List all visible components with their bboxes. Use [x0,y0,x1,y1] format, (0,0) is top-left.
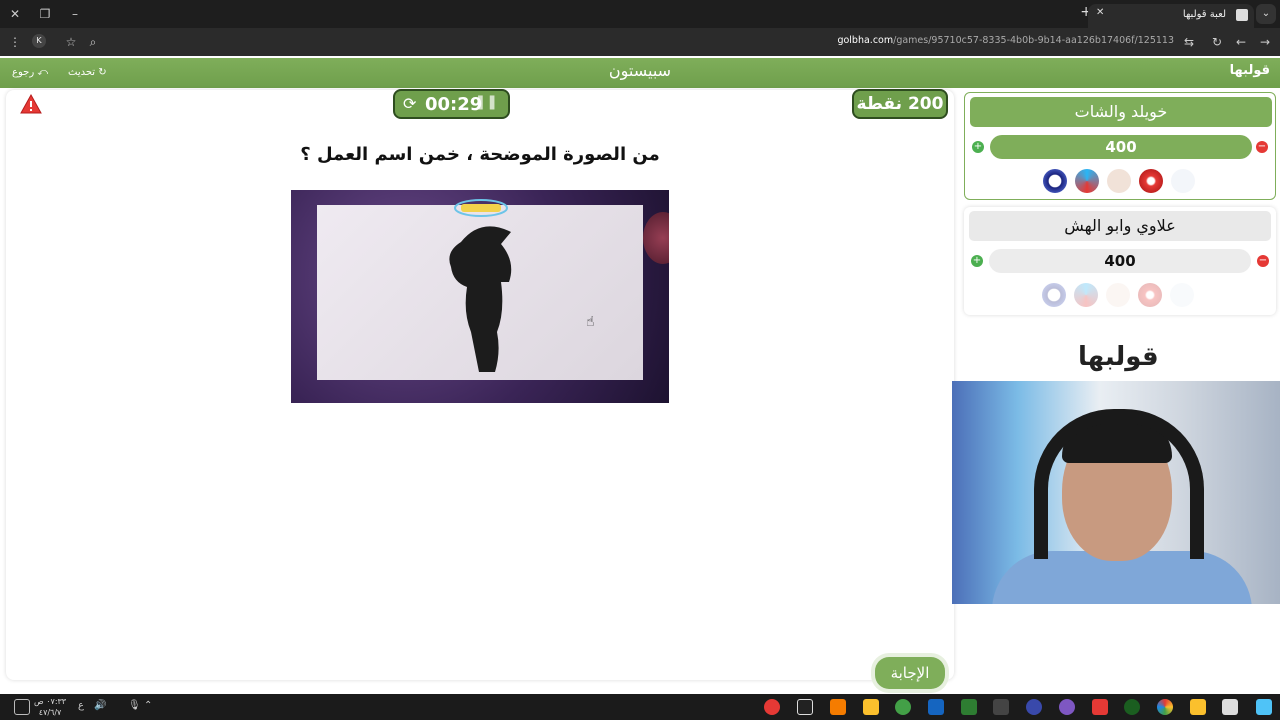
browser-tabbar: ✕ ❐ – + لعبة قولبها ✕ ⌄ [0,0,1280,28]
team-card-2: علاوي وابو الهش + 400 − [964,207,1276,315]
answer-button[interactable]: الإجابة [875,657,945,689]
file-explorer-icon[interactable] [1190,699,1206,715]
stopwatch-helper-icon[interactable] [1043,169,1067,193]
obs-app-icon[interactable] [993,699,1009,715]
timer-pause-icon[interactable]: ❚❚ [475,94,498,110]
minimize-window-icon[interactable]: – [66,5,84,23]
dice-helper-icon[interactable] [1170,283,1194,307]
menu-dots-icon[interactable]: ⋮ [6,33,24,51]
hand-helper-icon[interactable] [1107,169,1131,193]
question-text: من الصورة الموضحة ، خمن اسم العمل ؟ [300,144,660,165]
url-host: golbha.com [837,35,894,46]
hand-helper-icon[interactable] [1106,283,1130,307]
volume-icon[interactable]: 🔊 [94,700,106,711]
clock-date: ٤٧/٦/٧ [38,708,62,717]
tab-title: لعبة قولبها [1182,9,1226,20]
back-arrow-icon[interactable]: ← [1232,33,1250,51]
steam-app-icon[interactable] [928,699,944,715]
helper-tools [1042,283,1202,309]
tab-search-chevron-icon[interactable]: ⌄ [1256,4,1276,24]
input-language[interactable]: ع [78,700,84,711]
url-field[interactable]: golbha.com/games/95710c57-8335-4b0b-9b14… [837,35,1174,46]
clock-time: ٠٧:٣٣ ص [34,697,67,706]
xbox-app-icon[interactable] [895,699,911,715]
swap-helper-icon[interactable] [1074,283,1098,307]
discord-app-icon[interactable] [1059,699,1075,715]
question-points-badge: 200 نقطة [852,89,948,119]
planet-decoration [643,212,669,264]
chrome-app-icon[interactable] [1157,699,1173,715]
swap-helper-icon[interactable] [1075,169,1099,193]
helper-tools [1043,169,1203,195]
question-image [291,190,669,403]
tab-close-icon[interactable]: ✕ [1096,7,1104,18]
brand-logo: قولبها [1078,342,1159,372]
url-path: /games/95710c57-8335-4b0b-9b14-aa126b174… [893,35,1174,46]
notifications-icon[interactable] [14,699,30,715]
stopwatch-helper-icon[interactable] [1042,283,1066,307]
timer-reset-icon[interactable]: ⟳ [403,94,416,113]
rockstar-app-icon[interactable] [863,699,879,715]
subtract-points-icon[interactable]: − [1256,141,1268,153]
media-player-icon[interactable] [1026,699,1042,715]
profile-avatar[interactable]: K [32,34,46,48]
restore-window-icon[interactable]: ❐ [36,5,54,23]
bookmark-star-icon[interactable]: ☆ [62,33,80,51]
brand-logo-text: قولبها [1078,342,1159,372]
team-name: خويلد والشات [970,97,1272,127]
browser-tab[interactable]: لعبة قولبها ✕ [1088,4,1254,28]
tab-favicon-icon [1236,9,1248,21]
timer: ⟳ 00:29 ❚❚ [393,89,510,119]
zoom-icon[interactable]: ⌕ [84,33,102,51]
silhouette-figure [449,226,512,372]
dice-helper-icon[interactable] [1171,169,1195,193]
stop-hand-helper-icon[interactable] [1139,169,1163,193]
app-icon[interactable] [1092,699,1108,715]
report-warning-icon[interactable] [20,94,42,114]
team-score: 400 [990,135,1252,159]
stop-hand-helper-icon[interactable] [1138,283,1162,307]
reload-icon[interactable]: ↻ [1208,33,1226,51]
subtract-points-icon[interactable]: − [1257,255,1269,267]
youtube-app-icon[interactable] [764,699,780,715]
category-title: سبيستون [608,61,672,80]
team-score: 400 [989,249,1251,273]
tray-chevron-icon[interactable]: ⌃ [144,700,152,711]
start-menu-icon[interactable] [1256,699,1272,715]
site-settings-icon[interactable]: ⇆ [1180,33,1198,51]
close-window-icon[interactable]: ✕ [6,5,24,23]
address-bar-row: ⋮ K ☆ ⌕ golbha.com/games/95710c57-8335-4… [0,28,1280,56]
ai-app-icon[interactable] [830,699,846,715]
capcut-app-icon[interactable] [797,699,813,715]
team-name: علاوي وابو الهش [969,211,1271,241]
team-card-1: خويلد والشات + 400 − [964,92,1276,200]
hand-cursor-icon: ☝ [586,314,595,330]
forward-arrow-icon[interactable]: → [1256,33,1274,51]
app-header: رجوع ⤺ تحديث ↻ سبيستون قولبها [0,58,1280,88]
add-points-icon[interactable]: + [972,141,984,153]
microphone-icon[interactable]: 🎙 [128,700,141,711]
headphones-icon [1034,409,1204,559]
excel-app-icon[interactable] [961,699,977,715]
webcam-overlay [952,381,1280,604]
header-logo[interactable]: قولبها [1230,63,1270,78]
xbox-bar-icon[interactable] [1124,699,1140,715]
taskbar-clock[interactable]: ٠٧:٣٣ ص ٤٧/٦/٧ [34,696,66,718]
store-app-icon[interactable] [1222,699,1238,715]
add-points-icon[interactable]: + [971,255,983,267]
taskbar: ٠٧:٣٣ ص ٤٧/٦/٧ ع 🔊 🎙 ⌃ [0,694,1280,720]
